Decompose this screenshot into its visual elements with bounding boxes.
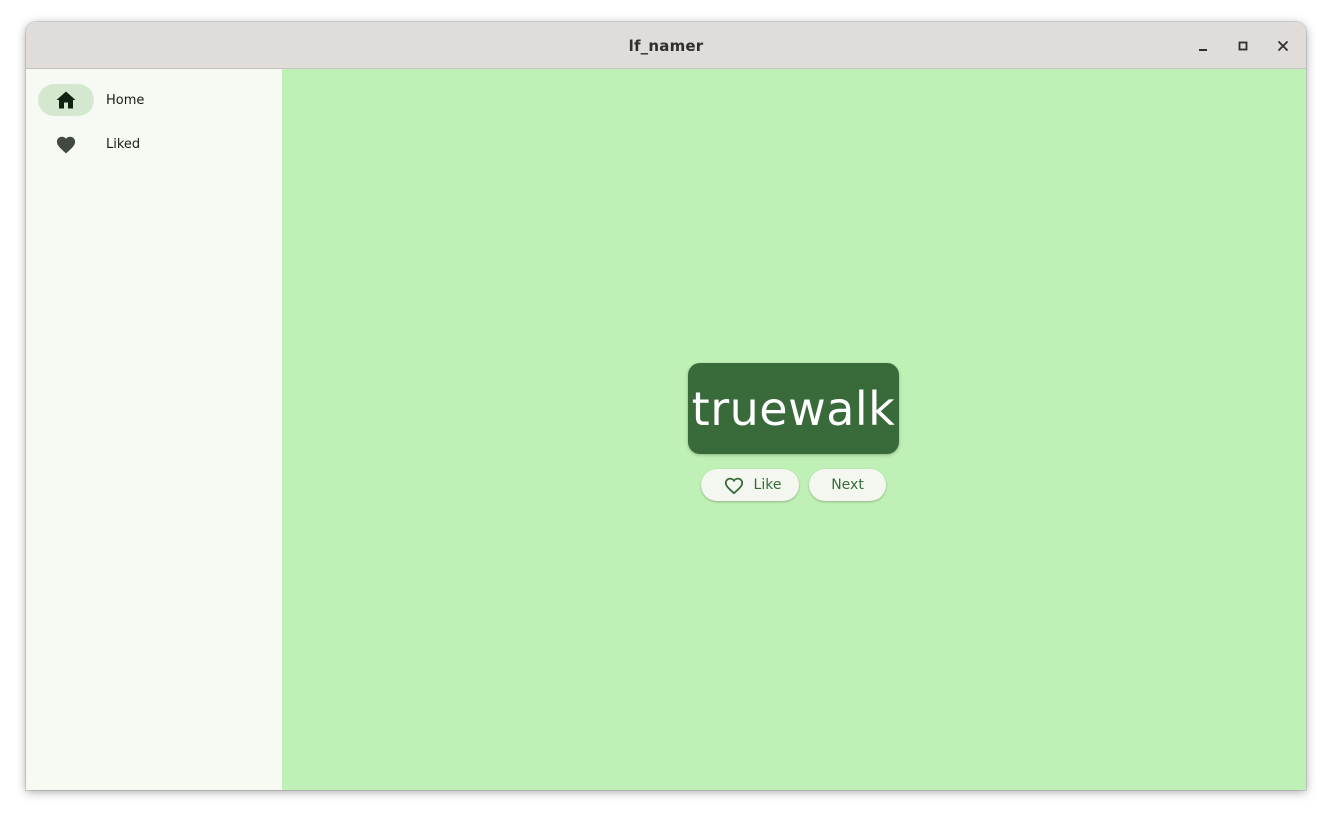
window-title: lf_namer bbox=[628, 37, 704, 55]
sidebar-item-home[interactable]: Home bbox=[38, 84, 268, 116]
close-icon bbox=[1278, 41, 1288, 51]
navigation-rail: Home Liked bbox=[26, 69, 282, 790]
next-button[interactable]: Next bbox=[809, 469, 886, 501]
home-icon bbox=[56, 91, 76, 109]
sidebar-item-liked[interactable]: Liked bbox=[38, 128, 268, 160]
next-button-label: Next bbox=[831, 477, 864, 493]
sidebar-item-label: Home bbox=[106, 92, 145, 108]
like-button-label: Like bbox=[753, 477, 782, 493]
main-content: truewalk Like Next bbox=[282, 69, 1306, 790]
selected-indicator bbox=[38, 84, 94, 116]
app-window: lf_namer Home Liked truewalk Like Next bbox=[26, 22, 1306, 790]
title-bar[interactable]: lf_namer bbox=[26, 22, 1306, 69]
minimize-icon bbox=[1199, 49, 1207, 51]
maximize-button[interactable] bbox=[1231, 34, 1255, 58]
maximize-icon bbox=[1238, 41, 1248, 51]
like-button[interactable]: Like bbox=[701, 469, 799, 501]
sidebar-item-label: Liked bbox=[106, 136, 141, 152]
word-card: truewalk bbox=[688, 363, 899, 454]
close-button[interactable] bbox=[1271, 34, 1295, 58]
heart-outline-icon bbox=[723, 475, 745, 495]
current-word: truewalk bbox=[691, 381, 896, 436]
minimize-button[interactable] bbox=[1191, 34, 1215, 58]
heart-icon bbox=[56, 136, 76, 154]
